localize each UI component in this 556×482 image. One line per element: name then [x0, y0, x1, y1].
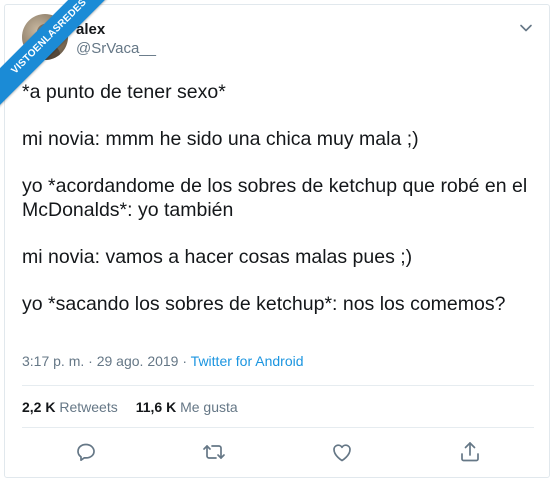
divider: [22, 427, 534, 428]
tweet-paragraph: yo *sacando los sobres de ketchup*: nos …: [22, 293, 506, 315]
meta-separator: ·: [178, 353, 191, 369]
retweet-icon[interactable]: [202, 440, 226, 464]
tweet-stats: 2,2 K Retweets 11,6 K Me gusta: [22, 399, 238, 415]
tweet-actions: [0, 438, 556, 466]
tweet-time[interactable]: 3:17 p. m.: [22, 353, 84, 369]
meta-separator: ·: [84, 353, 97, 369]
share-icon[interactable]: [458, 440, 482, 464]
tweet-source-link[interactable]: Twitter for Android: [191, 353, 304, 369]
tweet-text: *a punto de tener sexo* mi novia: mmm he…: [22, 80, 542, 339]
tweet-meta: 3:17 p. m. · 29 ago. 2019 · Twitter for …: [22, 353, 304, 369]
retweets-label: Retweets: [59, 399, 118, 415]
tweet-paragraph: *a punto de tener sexo*: [22, 81, 226, 103]
likes-label: Me gusta: [180, 399, 238, 415]
chevron-down-icon[interactable]: [518, 20, 534, 36]
tweet-paragraph: mi novia: mmm he sido una chica muy mala…: [22, 128, 419, 150]
likes-stat[interactable]: 11,6 K Me gusta: [136, 399, 238, 415]
tweet-paragraph: mi novia: vamos a hacer cosas malas pues…: [22, 246, 413, 268]
user-handle[interactable]: @SrVaca__: [76, 40, 156, 57]
likes-count: 11,6 K: [135, 399, 177, 415]
tweet-date[interactable]: 29 ago. 2019: [97, 353, 179, 369]
divider: [22, 385, 534, 386]
heart-icon[interactable]: [330, 440, 354, 464]
reply-icon[interactable]: [74, 440, 98, 464]
tweet-paragraph: yo *acordandome de los sobres de ketchup…: [22, 175, 528, 221]
retweets-count: 2,2 K: [22, 399, 56, 415]
retweets-stat[interactable]: 2,2 K Retweets: [22, 399, 118, 415]
